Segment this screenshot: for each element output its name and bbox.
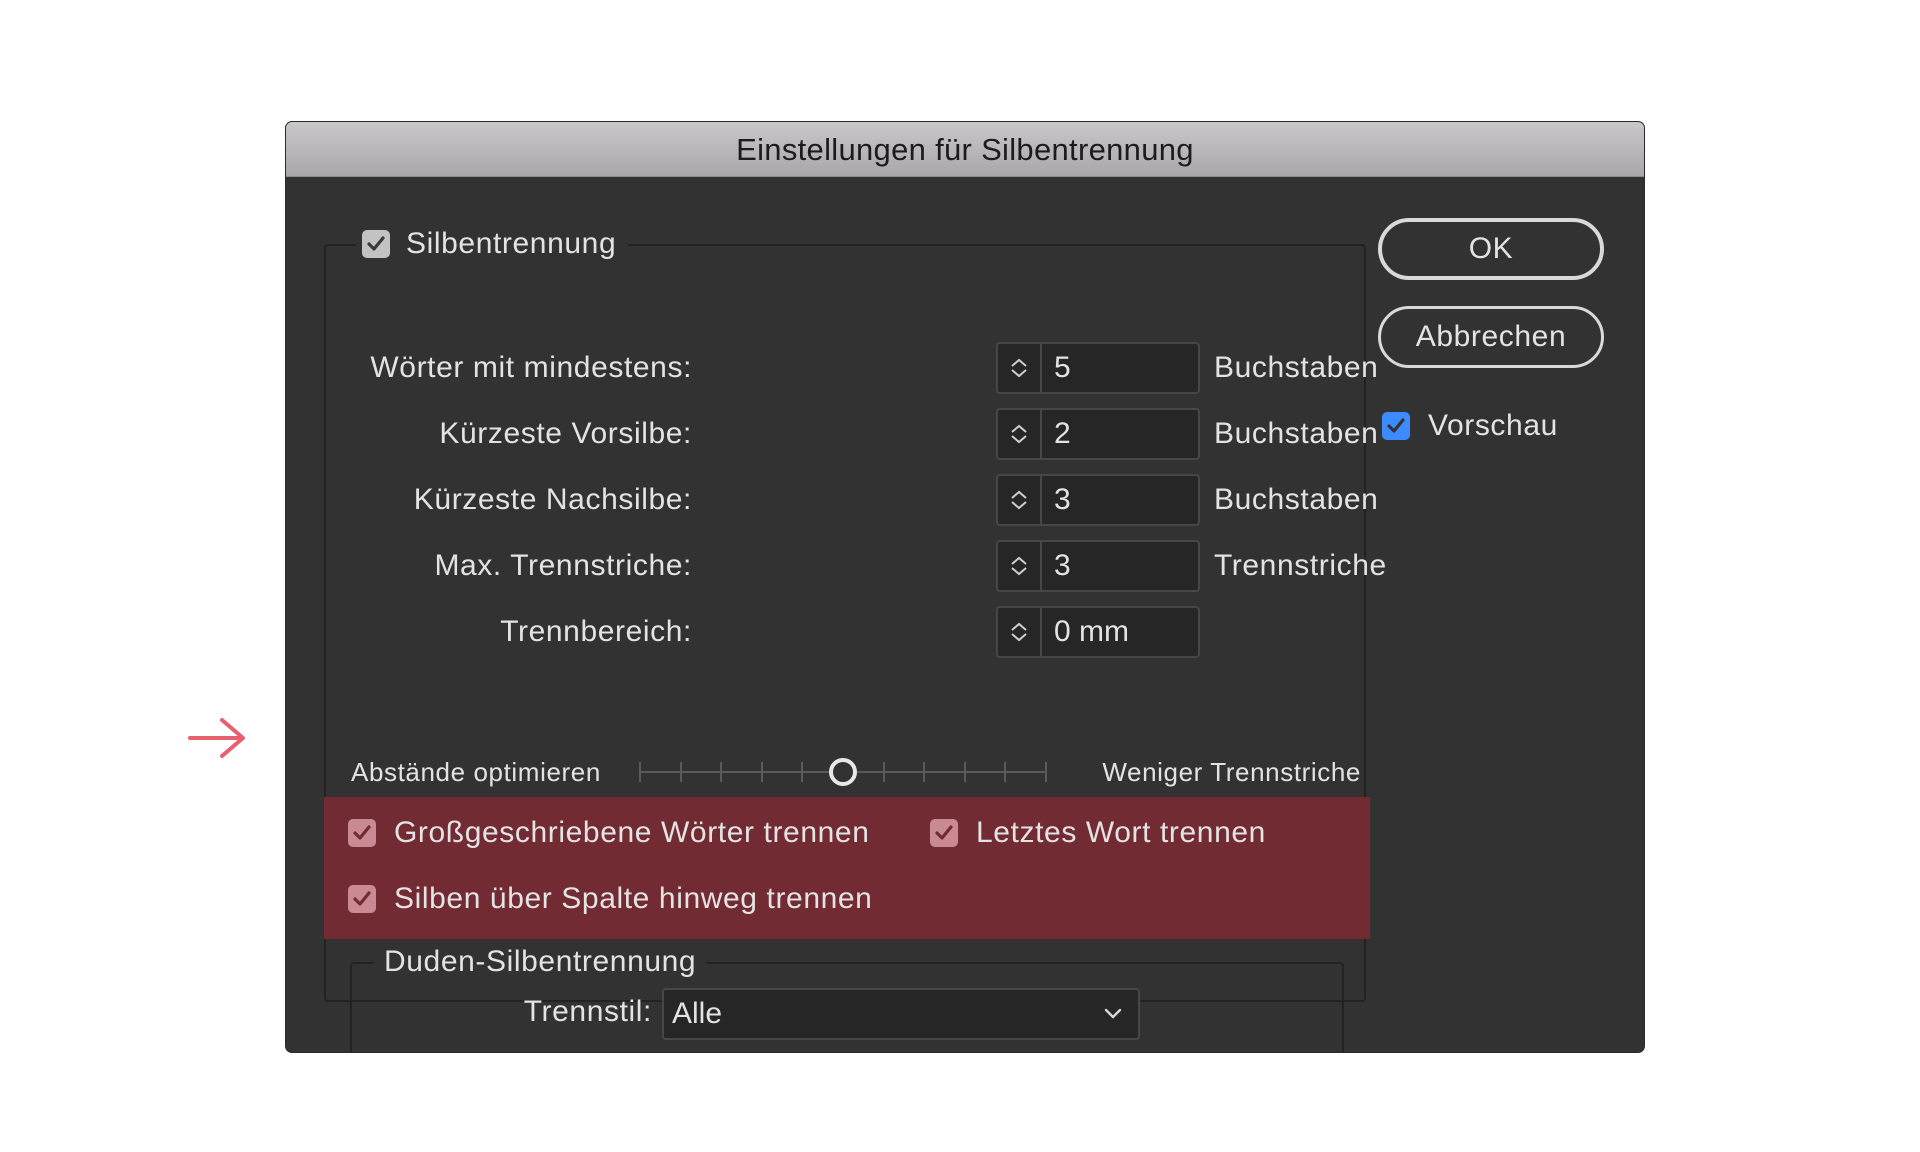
stepper-arrows[interactable] — [998, 542, 1042, 590]
shortest-after-stepper[interactable]: 3 — [996, 474, 1200, 526]
field-row-shortest-after: Kürzeste Nachsilbe: 3 Buchstaben — [326, 474, 1378, 526]
shortest-before-unit: Buchstaben — [1214, 417, 1379, 450]
shortest-after-value[interactable]: 3 — [1042, 476, 1198, 524]
slider-tick — [882, 762, 885, 782]
checkmark-icon — [1387, 418, 1405, 433]
min-word-unit: Buchstaben — [1214, 351, 1379, 384]
stepper-arrows[interactable] — [998, 608, 1042, 656]
chevron-up-down-icon — [1011, 424, 1027, 444]
min-word-value[interactable]: 5 — [1042, 344, 1198, 392]
hyphenation-style-value: Alle — [672, 997, 723, 1030]
field-row-shortest-before: Kürzeste Vorsilbe: 2 Buchstaben — [326, 408, 1378, 460]
chevron-up-down-icon — [1011, 490, 1027, 510]
min-word-stepper[interactable]: 5 — [996, 342, 1200, 394]
slider-tick — [923, 762, 926, 782]
capitalized-words-label: Großgeschriebene Wörter trennen — [394, 816, 870, 849]
across-column-checkbox[interactable] — [348, 885, 376, 913]
ok-button[interactable]: OK — [1378, 218, 1604, 280]
min-word-label: Wörter mit mindestens: — [370, 351, 692, 384]
option-across-column[interactable]: Silben über Spalte hinweg trennen — [348, 879, 872, 919]
shortest-before-stepper[interactable]: 2 — [996, 408, 1200, 460]
duden-label: Duden-Silbentrennung — [384, 945, 697, 978]
checkmark-icon — [367, 236, 385, 251]
shortest-after-unit: Buchstaben — [1214, 483, 1379, 516]
chevron-up-down-icon — [1011, 358, 1027, 378]
last-word-checkbox[interactable] — [930, 819, 958, 847]
slider-tick — [801, 762, 804, 782]
field-row-min-word: Wörter mit mindestens: 5 Buchstaben — [326, 342, 1378, 394]
duden-legend: Duden-Silbentrennung — [374, 942, 707, 982]
hyphenation-label: Silbentrennung — [406, 227, 617, 260]
spacing-slider-track[interactable] — [639, 758, 1047, 786]
capitalized-words-checkbox[interactable] — [348, 819, 376, 847]
duden-group: Duden-Silbentrennung Trennstil: Alle — [350, 942, 1344, 1052]
shortest-before-value[interactable]: 2 — [1042, 410, 1198, 458]
preview-checkbox[interactable] — [1382, 412, 1410, 440]
slider-knob[interactable] — [829, 758, 857, 786]
hyphenation-toggle[interactable]: Silbentrennung — [356, 224, 629, 264]
hyphenation-style-label: Trennstil: — [523, 995, 652, 1028]
hyphenation-zone-stepper[interactable]: 0 mm — [996, 606, 1200, 658]
max-hyphens-unit: Trennstriche — [1214, 549, 1387, 582]
chevron-down-icon — [1104, 1008, 1122, 1019]
shortest-after-label: Kürzeste Nachsilbe: — [413, 483, 692, 516]
preview-toggle[interactable]: Vorschau — [1382, 406, 1558, 446]
slider-tick — [720, 762, 723, 782]
hyphenation-zone-label: Trennbereich: — [500, 615, 692, 648]
slider-tick — [639, 762, 641, 782]
hyphenation-group: Silbentrennung Wörter mit mindestens: 5 … — [324, 224, 1386, 1052]
slider-tick — [760, 762, 763, 782]
slider-tick — [963, 762, 966, 782]
across-column-label: Silben über Spalte hinweg trennen — [394, 882, 873, 915]
spacing-slider-row: Abstände optimieren Weniger Trennstriche — [351, 752, 1361, 792]
shortest-before-label: Kürzeste Vorsilbe: — [439, 417, 692, 450]
stepper-arrows[interactable] — [998, 344, 1042, 392]
slider-tick — [1004, 762, 1007, 782]
hyphenation-style-select[interactable]: Alle — [662, 988, 1140, 1040]
field-row-hyphenation-zone: Trennbereich: 0 mm — [326, 606, 1364, 658]
option-last-word[interactable]: Letztes Wort trennen — [930, 813, 1266, 853]
annotation-arrow-icon — [188, 718, 245, 758]
highlighted-options: Großgeschriebene Wörter trennen Letztes … — [324, 797, 1370, 939]
checkmark-icon — [353, 825, 371, 840]
last-word-label: Letztes Wort trennen — [976, 816, 1266, 849]
hyphenation-zone-value[interactable]: 0 mm — [1042, 608, 1198, 656]
slider-tick — [1045, 762, 1047, 782]
option-capitalized-words[interactable]: Großgeschriebene Wörter trennen — [348, 813, 870, 853]
checkmark-icon — [935, 825, 953, 840]
chevron-up-down-icon — [1011, 556, 1027, 576]
max-hyphens-stepper[interactable]: 3 — [996, 540, 1200, 592]
max-hyphens-label: Max. Trennstriche: — [434, 549, 692, 582]
slider-right-label: Weniger Trennstriche — [1102, 757, 1361, 787]
slider-tick — [679, 762, 682, 782]
checkmark-icon — [353, 891, 371, 906]
cancel-button[interactable]: Abbrechen — [1378, 306, 1604, 368]
chevron-up-down-icon — [1011, 622, 1027, 642]
preview-label: Vorschau — [1428, 409, 1558, 442]
max-hyphens-value[interactable]: 3 — [1042, 542, 1198, 590]
stepper-arrows[interactable] — [998, 410, 1042, 458]
stepper-arrows[interactable] — [998, 476, 1042, 524]
slider-left-label: Abstände optimieren — [351, 757, 601, 787]
dialog-title: Einstellungen für Silbentrennung — [286, 122, 1644, 177]
hyphenation-settings-dialog: Einstellungen für Silbentrennung Silbent… — [286, 122, 1644, 1052]
field-row-max-hyphens: Max. Trennstriche: 3 Trennstriche — [326, 540, 1386, 592]
hyphenation-checkbox[interactable] — [362, 230, 390, 258]
